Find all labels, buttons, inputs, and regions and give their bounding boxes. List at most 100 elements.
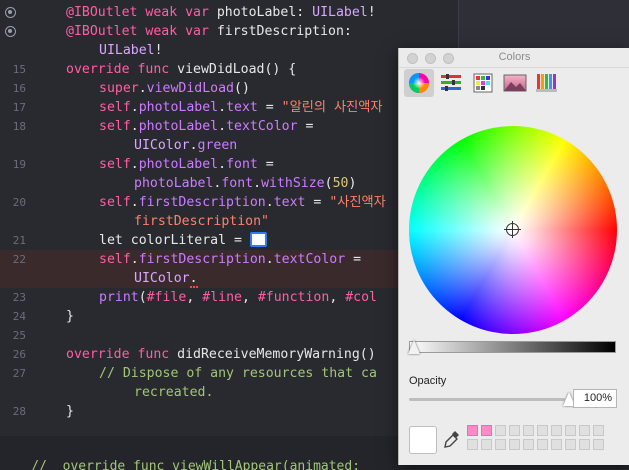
code-token: = xyxy=(305,195,330,210)
panel-titlebar: Colors xyxy=(399,48,629,68)
opacity-slider[interactable] xyxy=(409,392,575,406)
color-swatch[interactable] xyxy=(565,425,576,436)
code-text: photoLabel.font.withSize(50) xyxy=(134,174,356,193)
bottom-code-text: // override func viewWillAppear(animated… xyxy=(0,460,361,470)
code-token: = xyxy=(257,100,282,115)
code-token: . xyxy=(130,252,139,267)
code-text: self.firstDescription.text = "사진액자 xyxy=(99,193,386,212)
tab-color-palettes[interactable] xyxy=(468,69,498,97)
code-token: UIColor xyxy=(134,271,190,286)
code-token: ! xyxy=(367,5,376,20)
color-swatch[interactable] xyxy=(495,425,506,436)
color-swatch[interactable] xyxy=(509,425,520,436)
line-number: 28 xyxy=(12,405,26,418)
code-token: self xyxy=(99,119,131,134)
wheel-crosshair-icon[interactable] xyxy=(504,221,521,238)
palette-grid-icon xyxy=(473,73,493,93)
code-text: UIColor.green xyxy=(134,136,237,155)
code-token: #line xyxy=(202,290,242,305)
code-token: firstDescription" xyxy=(134,214,269,229)
line-number xyxy=(0,383,26,402)
line-number: 15 xyxy=(12,63,26,76)
code-token: self xyxy=(99,157,131,172)
code-token: firstDescription: xyxy=(216,24,352,39)
code-token: #function xyxy=(257,290,330,305)
code-text: @IBOutlet weak var firstDescription: xyxy=(66,22,352,41)
color-swatch[interactable] xyxy=(593,439,604,450)
line-number: 17 xyxy=(12,101,26,114)
color-swatch[interactable] xyxy=(537,425,548,436)
code-token: . xyxy=(189,138,198,153)
code-text: let colorLiteral = xyxy=(99,231,267,250)
code-text: } xyxy=(66,307,74,326)
tab-color-wheel[interactable] xyxy=(404,69,434,97)
color-swatch[interactable] xyxy=(523,425,534,436)
tab-color-sliders[interactable] xyxy=(436,69,466,97)
color-swatch[interactable] xyxy=(551,425,562,436)
code-token: @IBOutlet weak var xyxy=(66,24,217,39)
color-wheel-icon xyxy=(409,73,429,93)
line-number: 19 xyxy=(12,158,26,171)
color-swatch-grid xyxy=(467,425,607,451)
eyedropper-button[interactable] xyxy=(444,430,460,448)
code-token: self xyxy=(99,252,131,267)
opacity-label: Opacity xyxy=(409,375,447,387)
code-token: recreated. xyxy=(134,385,214,400)
opacity-field[interactable]: 100% xyxy=(573,389,617,408)
code-token: photoLabel xyxy=(138,100,219,115)
code-token: text xyxy=(226,100,258,115)
tab-image-palettes[interactable] xyxy=(500,69,530,97)
code-token: . xyxy=(218,157,227,172)
code-text: override func viewDidLoad() { xyxy=(66,60,296,79)
color-wheel[interactable] xyxy=(409,126,617,334)
code-token: viewDidLoad xyxy=(146,81,234,96)
panel-title: Colors xyxy=(498,51,531,63)
error-token: . xyxy=(189,271,198,288)
code-token: . xyxy=(265,195,274,210)
line-number xyxy=(0,174,26,193)
code-text: UILabel! xyxy=(99,41,163,60)
outlet-connection-icon[interactable] xyxy=(5,26,16,37)
code-token: . xyxy=(130,195,139,210)
color-swatch[interactable] xyxy=(565,439,576,450)
code-text: self.photoLabel.textColor = xyxy=(99,117,313,136)
code-text: print(#file, #line, #function, #col xyxy=(99,288,377,307)
line-number: 24 xyxy=(12,310,26,323)
brightness-slider[interactable] xyxy=(408,340,616,354)
code-token: = xyxy=(297,119,314,134)
code-text: recreated. xyxy=(134,383,213,402)
sliders-icon xyxy=(441,74,461,91)
code-token: , xyxy=(241,290,258,305)
code-token: () xyxy=(234,81,250,96)
color-swatch[interactable] xyxy=(537,439,548,450)
eyedropper-icon xyxy=(444,431,459,448)
code-token: super xyxy=(99,81,139,96)
color-swatch[interactable] xyxy=(579,439,590,450)
line-number: 16 xyxy=(12,82,26,95)
color-swatch[interactable] xyxy=(523,439,534,450)
code-token: textColor xyxy=(273,252,346,267)
color-swatch[interactable] xyxy=(467,425,478,436)
color-swatch[interactable] xyxy=(467,439,478,450)
code-token: font xyxy=(226,157,258,172)
outlet-connection-icon[interactable] xyxy=(5,7,16,18)
color-swatch[interactable] xyxy=(495,439,506,450)
line-number: 27 xyxy=(12,367,26,380)
code-token: ! xyxy=(154,43,163,58)
code-token: } xyxy=(66,404,74,419)
color-literal-swatch[interactable] xyxy=(249,232,267,247)
color-swatch[interactable] xyxy=(481,439,492,450)
color-swatch[interactable] xyxy=(551,439,562,450)
brightness-slider-thumb[interactable] xyxy=(408,340,420,354)
code-token: @IBOutlet weak var xyxy=(66,5,217,20)
code-text: self.photoLabel.text = "알린의 사진액자 xyxy=(99,98,382,117)
line-number: 25 xyxy=(12,329,26,342)
tab-pencils[interactable] xyxy=(532,69,562,97)
color-swatch[interactable] xyxy=(509,439,520,450)
color-swatch[interactable] xyxy=(481,425,492,436)
code-token: "사진액자 xyxy=(329,195,386,210)
current-color-swatch[interactable] xyxy=(409,426,437,454)
color-swatch[interactable] xyxy=(593,425,604,436)
code-token: override func xyxy=(66,347,178,362)
color-swatch[interactable] xyxy=(579,425,590,436)
